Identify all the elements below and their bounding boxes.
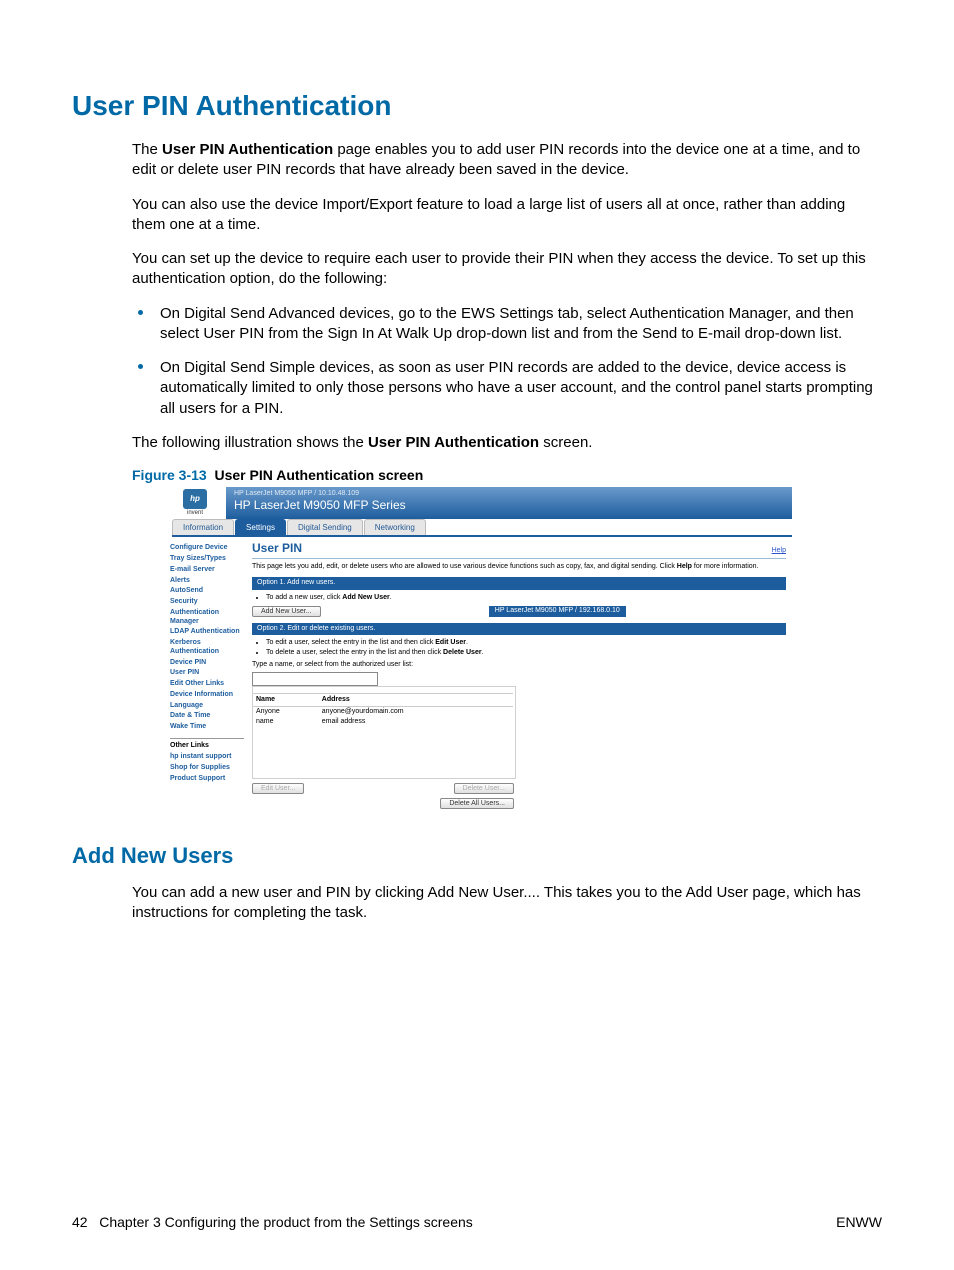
paragraph-1: The User PIN Authentication page enables… <box>132 140 882 181</box>
tab-information[interactable]: Information <box>172 519 234 536</box>
bullet-list: On Digital Send Advanced devices, go to … <box>132 304 882 419</box>
option2-content: To edit a user, select the entry in the … <box>252 639 786 808</box>
subheading-add-users: Add New Users <box>72 843 882 869</box>
hp-logo-icon: hp <box>183 489 207 509</box>
sub-body: You can add a new user and PIN by clicki… <box>132 883 882 924</box>
sidebar-item-auth-manager[interactable]: Authentication Manager <box>170 608 244 628</box>
col-address: Address <box>319 693 513 706</box>
ews-intro-text: This page lets you add, edit, or delete … <box>252 563 786 571</box>
sidebar-link-instant-support[interactable]: hp instant support <box>170 752 244 763</box>
add-new-user-button[interactable]: Add New User... <box>252 606 321 617</box>
sidebar-item-date-time[interactable]: Date & Time <box>170 711 244 722</box>
hp-logo: hp invent <box>164 487 226 519</box>
sidebar-other-links-header: Other Links <box>170 738 244 750</box>
sub-paragraph: You can add a new user and PIN by clicki… <box>132 883 882 924</box>
delete-all-users-button[interactable]: Delete All Users... <box>440 798 514 809</box>
ews-device-path: HP LaserJet M9050 MFP / 10.10.48.109 <box>234 490 784 498</box>
user-list-box: Name Address Anyone anyone@yourdomain.co… <box>252 686 516 779</box>
sidebar-item-edit-other-links[interactable]: Edit Other Links <box>170 679 244 690</box>
bullet-item: On Digital Send Simple devices, as soon … <box>132 358 882 419</box>
sidebar-item-configure-device[interactable]: Configure Device <box>170 543 244 554</box>
ews-sidebar: Configure Device Tray Sizes/Types E-mail… <box>164 537 248 790</box>
delete-user-button[interactable]: Delete User... <box>454 783 514 794</box>
type-name-label: Type a name, or select from the authoriz… <box>252 661 786 669</box>
option1-bar: Option 1. Add new users. <box>252 577 786 589</box>
sidebar-item-tray-sizes[interactable]: Tray Sizes/Types <box>170 554 244 565</box>
user-table: Name Address Anyone anyone@yourdomain.co… <box>253 693 513 728</box>
ews-body: Configure Device Tray Sizes/Types E-mail… <box>164 537 792 814</box>
figure-caption: Figure 3-13 User PIN Authentication scre… <box>132 467 882 483</box>
paragraph-4: The following illustration shows the Use… <box>132 433 882 453</box>
page-heading: User PIN Authentication <box>72 90 882 122</box>
sidebar-item-user-pin[interactable]: User PIN <box>170 668 244 679</box>
help-link[interactable]: Help <box>772 547 786 555</box>
paragraph-3: You can set up the device to require eac… <box>132 249 882 290</box>
sidebar-link-product-support[interactable]: Product Support <box>170 774 244 785</box>
ews-tabs: Information Settings Digital Sending Net… <box>172 519 792 538</box>
ews-device-title: HP LaserJet M9050 MFP Series <box>234 498 784 512</box>
footer-left: 42 Chapter 3 Configuring the product fro… <box>72 1214 473 1230</box>
col-name: Name <box>253 693 319 706</box>
ews-banner: HP LaserJet M9050 MFP / 10.10.48.109 HP … <box>226 487 792 519</box>
option2-instruction-edit: To edit a user, select the entry in the … <box>266 639 786 647</box>
ews-header: hp invent HP LaserJet M9050 MFP / 10.10.… <box>164 487 792 519</box>
option1-instruction: To add a new user, click Add New User. <box>266 594 786 602</box>
sidebar-item-device-info[interactable]: Device Information <box>170 690 244 701</box>
table-row[interactable]: Anyone anyone@yourdomain.com <box>253 706 513 717</box>
device-status-bar: HP LaserJet M9050 MFP / 192.168.0.10 <box>489 606 626 616</box>
ews-main-panel: User PIN Help This page lets you add, ed… <box>248 537 792 814</box>
option1-content: To add a new user, click Add New User. A… <box>252 594 786 617</box>
edit-user-button[interactable]: Edit User... <box>252 783 304 794</box>
bullet-item: On Digital Send Advanced devices, go to … <box>132 304 882 345</box>
sidebar-item-wake-time[interactable]: Wake Time <box>170 722 244 733</box>
sidebar-item-email-server[interactable]: E-mail Server <box>170 565 244 576</box>
sidebar-item-ldap-auth[interactable]: LDAP Authentication <box>170 627 244 638</box>
sidebar-item-device-pin[interactable]: Device PIN <box>170 658 244 669</box>
tab-digital-sending[interactable]: Digital Sending <box>287 519 363 536</box>
tab-settings[interactable]: Settings <box>235 519 286 536</box>
sidebar-item-security[interactable]: Security <box>170 597 244 608</box>
sidebar-link-shop-supplies[interactable]: Shop for Supplies <box>170 763 244 774</box>
sidebar-item-language[interactable]: Language <box>170 701 244 712</box>
document-page: User PIN Authentication The User PIN Aut… <box>0 0 954 1270</box>
footer-right: ENWW <box>836 1214 882 1230</box>
table-row[interactable]: name email address <box>253 717 513 727</box>
sidebar-main-links: Configure Device Tray Sizes/Types E-mail… <box>170 543 244 733</box>
ews-screenshot: hp invent HP LaserJet M9050 MFP / 10.10.… <box>164 487 792 815</box>
option2-instruction-delete: To delete a user, select the entry in th… <box>266 649 786 657</box>
body-content: The User PIN Authentication page enables… <box>132 140 882 453</box>
ews-panel-title: User PIN <box>252 541 302 555</box>
page-footer: 42 Chapter 3 Configuring the product fro… <box>72 1214 882 1230</box>
sidebar-item-kerberos-auth[interactable]: Kerberos Authentication <box>170 638 244 658</box>
paragraph-2: You can also use the device Import/Expor… <box>132 195 882 236</box>
option2-bar: Option 2. Edit or delete existing users. <box>252 623 786 635</box>
user-search-input[interactable] <box>252 672 378 686</box>
sidebar-item-alerts[interactable]: Alerts <box>170 576 244 587</box>
tab-networking[interactable]: Networking <box>364 519 426 536</box>
sidebar-item-autosend[interactable]: AutoSend <box>170 586 244 597</box>
